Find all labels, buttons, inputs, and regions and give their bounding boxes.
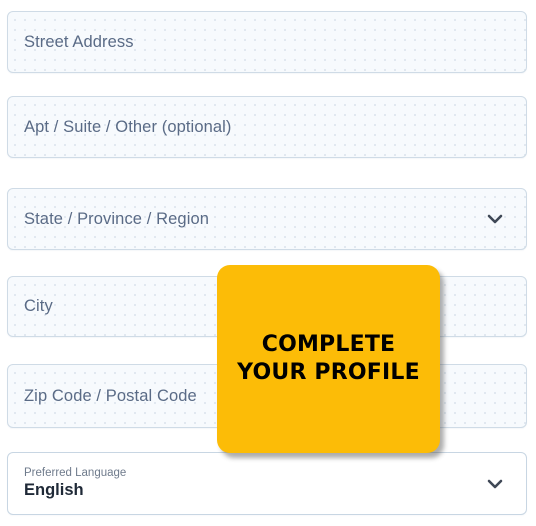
preferred-language-select[interactable]: Preferred Language English [7, 452, 527, 515]
callout-line-1: COMPLETE [261, 331, 396, 357]
complete-your-profile-callout[interactable]: COMPLETE YOUR PROFILE [217, 265, 440, 453]
apt-suite-other-placeholder: Apt / Suite / Other (optional) [24, 117, 232, 136]
chevron-down-icon[interactable] [484, 473, 506, 495]
zip-postal-code-placeholder: Zip Code / Postal Code [24, 386, 197, 405]
chevron-down-icon[interactable] [484, 208, 506, 230]
street-address-input[interactable]: Street Address [7, 11, 527, 73]
preferred-language-label: Preferred Language [24, 466, 127, 479]
preferred-language-value: English [24, 480, 84, 499]
street-address-placeholder: Street Address [24, 32, 134, 51]
city-placeholder: City [24, 297, 53, 316]
state-province-region-placeholder: State / Province / Region [24, 209, 210, 228]
apt-suite-other-input[interactable]: Apt / Suite / Other (optional) [7, 96, 527, 158]
profile-address-form: Street Address Apt / Suite / Other (opti… [0, 0, 536, 526]
callout-line-2: YOUR PROFILE [237, 360, 420, 385]
callout-text: COMPLETE YOUR PROFILE [231, 331, 426, 387]
state-province-region-select[interactable]: State / Province / Region [7, 188, 527, 250]
